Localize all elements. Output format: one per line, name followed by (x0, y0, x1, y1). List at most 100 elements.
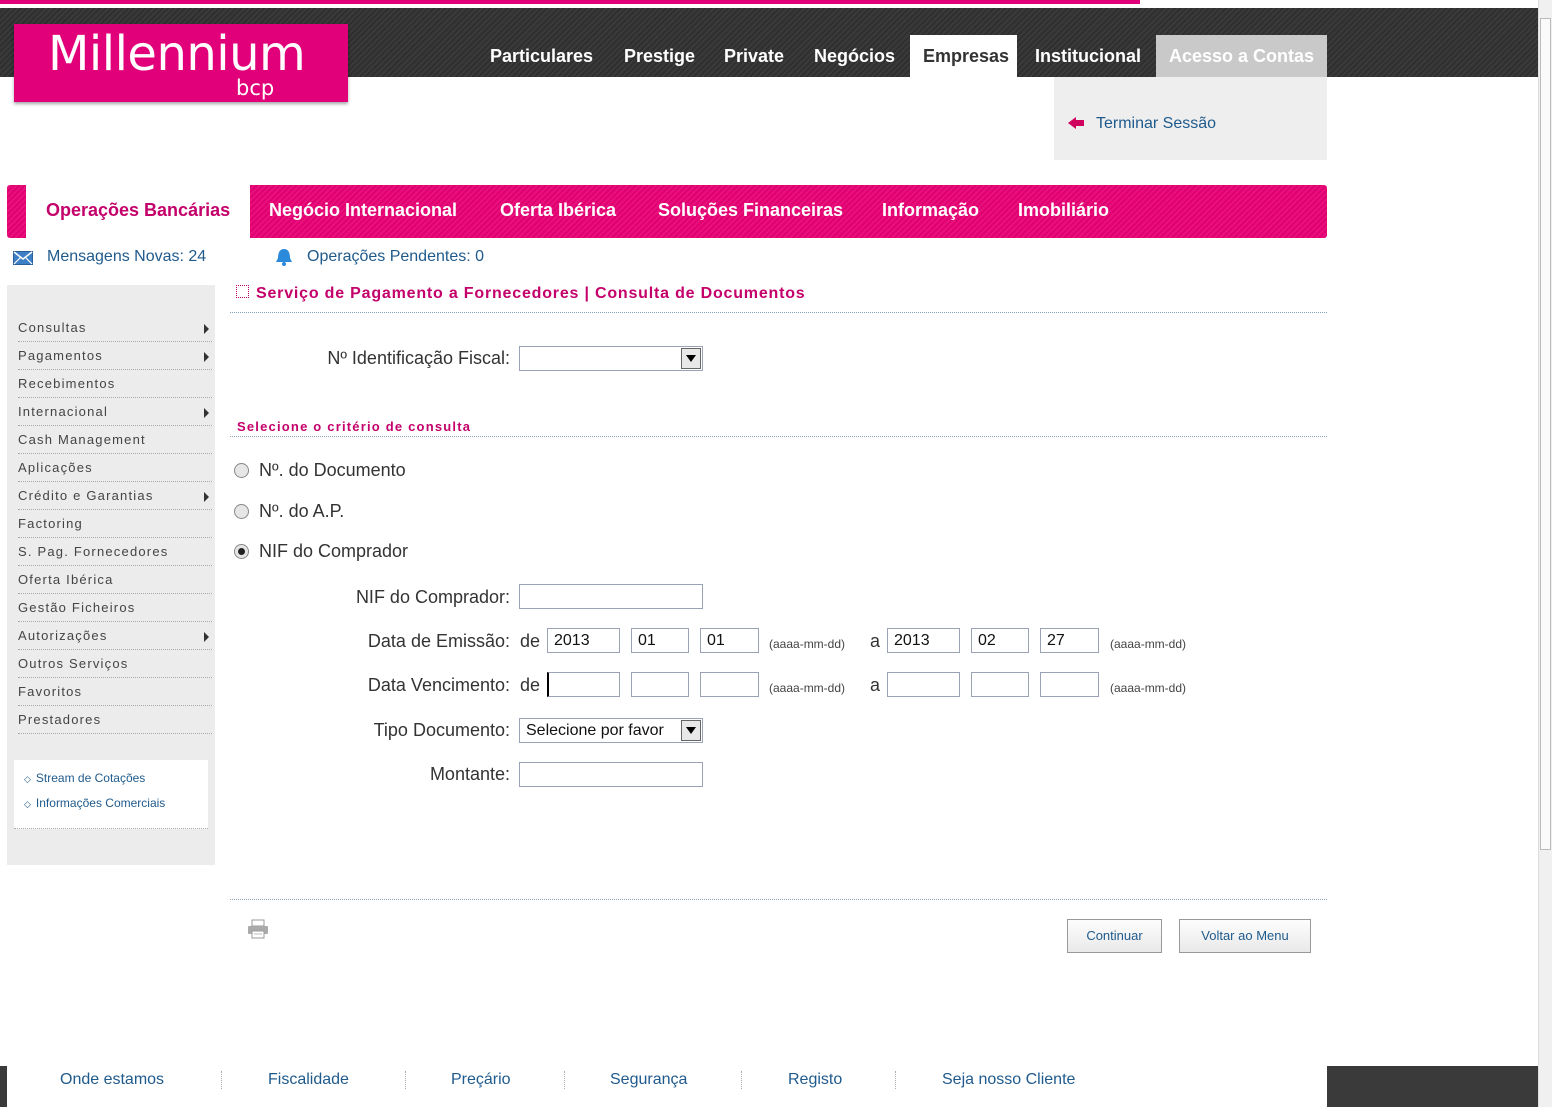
sidebar-item-label: S. Pag. Fornecedores (18, 544, 169, 559)
main-nav-informacao[interactable]: Informação (882, 200, 979, 221)
sidebar-item-outros-servicos[interactable]: Outros Serviços (18, 650, 212, 678)
footer-link-fiscalidade[interactable]: Fiscalidade (268, 1071, 349, 1089)
footer-link-onde-estamos[interactable]: Onde estamos (60, 1071, 164, 1089)
footer-separator (895, 1071, 896, 1089)
sidebar-item-label: Crédito e Garantias (18, 488, 154, 503)
page-title: Serviço de Pagamento a Fornecedores | Co… (236, 285, 806, 303)
radio-numero-ap[interactable] (234, 504, 249, 519)
continue-button[interactable]: Continuar (1067, 919, 1162, 953)
emission-from-month-input[interactable] (631, 628, 689, 653)
main-nav-operacoes-bancarias[interactable]: Operações Bancárias (26, 180, 250, 238)
footer-link-registo[interactable]: Registo (788, 1071, 842, 1089)
nif-select[interactable] (519, 346, 703, 371)
due-to-word: a (870, 675, 881, 695)
doctype-select[interactable]: Selecione por favor (519, 718, 703, 743)
chevron-right-icon (204, 632, 209, 642)
due-to-year-input[interactable] (887, 672, 960, 697)
page-title-text: Serviço de Pagamento a Fornecedores | Co… (256, 285, 806, 302)
footer-link-seguranca[interactable]: Segurança (610, 1071, 687, 1089)
radio-numero-documento[interactable] (234, 463, 249, 478)
emission-to-year-input[interactable] (887, 628, 960, 653)
date-format-hint: (aaaa-mm-dd) (769, 637, 846, 651)
sidebar-item-gestao-ficheiros[interactable]: Gestão Ficheiros (18, 594, 212, 622)
radio-numero-documento-label[interactable]: Nº. do Documento (259, 460, 406, 481)
emission-from-year-input[interactable] (547, 628, 620, 653)
sidebar-item-aplicacoes[interactable]: Aplicações (18, 454, 212, 482)
sidebar-item-label: Outros Serviços (18, 656, 129, 671)
sidebar-item-credito-garantias[interactable]: Crédito e Garantias (18, 482, 212, 510)
date-format-hint: (aaaa-mm-dd) (1110, 637, 1187, 651)
sidebar-item-oferta-iberica[interactable]: Oferta Ibérica (18, 566, 212, 594)
footer-link-precario[interactable]: Preçário (451, 1071, 511, 1089)
radio-nif-comprador-label[interactable]: NIF do Comprador (259, 541, 408, 562)
pending-operations-link[interactable]: Operações Pendentes: 0 (307, 248, 484, 266)
envelope-icon (13, 251, 33, 265)
sidebar-item-consultas[interactable]: Consultas (18, 314, 212, 342)
scrollbar-thumb[interactable] (1540, 18, 1551, 850)
topnav-negocios[interactable]: Negócios (801, 35, 908, 77)
new-messages-link[interactable]: Mensagens Novas: 24 (47, 248, 206, 266)
topnav-prestige[interactable]: Prestige (611, 35, 708, 77)
back-to-menu-button[interactable]: Voltar ao Menu (1179, 919, 1311, 953)
due-from-year-input[interactable] (547, 672, 620, 697)
divider (230, 899, 1327, 900)
criteria-title: Selecione o critério de consulta (237, 419, 472, 434)
emission-from-day-input[interactable] (700, 628, 759, 653)
arrow-left-icon (1068, 117, 1084, 129)
main-nav-oferta-iberica[interactable]: Oferta Ibérica (500, 200, 616, 221)
sidebar-item-cash-management[interactable]: Cash Management (18, 426, 212, 454)
sidebar-item-internacional[interactable]: Internacional (18, 398, 212, 426)
sidebar-item-autorizacoes[interactable]: Autorizações (18, 622, 212, 650)
amount-input[interactable] (519, 762, 703, 787)
sidebar-item-label: Consultas (18, 320, 87, 335)
radio-numero-ap-label[interactable]: Nº. do A.P. (259, 501, 344, 522)
buyer-nif-input[interactable] (519, 584, 703, 609)
topnav-empresas[interactable]: Empresas (910, 35, 1017, 77)
sidebar-item-pagamentos[interactable]: Pagamentos (18, 342, 212, 370)
footer-link-seja-nosso-cliente[interactable]: Seja nosso Cliente (942, 1071, 1075, 1089)
main-nav-negocio-internacional[interactable]: Negócio Internacional (269, 200, 457, 221)
sidebar-item-label: Prestadores (18, 712, 102, 727)
due-from-month-input[interactable] (631, 672, 689, 697)
nif-label: Nº Identificação Fiscal: (327, 348, 510, 368)
due-to-month-input[interactable] (971, 672, 1029, 697)
emission-to-month-input[interactable] (971, 628, 1029, 653)
topnav-private[interactable]: Private (711, 35, 797, 77)
chevron-right-icon (204, 352, 209, 362)
brand-logo[interactable]: Millennium bcp (14, 24, 348, 102)
print-icon[interactable] (247, 919, 269, 939)
emission-to-day-input[interactable] (1040, 628, 1099, 653)
chevron-down-icon (681, 348, 701, 369)
stream-cotacoes-link[interactable]: Stream de Cotações (24, 771, 145, 785)
footer-separator (221, 1071, 222, 1089)
topnav-acesso-contas[interactable]: Acesso a Contas (1156, 35, 1327, 77)
sidebar-item-label: Favoritos (18, 684, 83, 699)
doctype-select-value: Selecione por favor (526, 722, 664, 739)
footer-separator (564, 1071, 565, 1089)
sidebar-item-prestadores[interactable]: Prestadores (18, 706, 212, 734)
sidebar-item-factoring[interactable]: Factoring (18, 510, 212, 538)
sidebar-item-recebimentos[interactable]: Recebimentos (18, 370, 212, 398)
informacoes-comerciais-link[interactable]: Informações Comerciais (24, 796, 165, 810)
sidebar-links-box: Stream de Cotações Informações Comerciai… (14, 760, 208, 829)
topnav-particulares[interactable]: Particulares (477, 35, 606, 77)
top-accent-strip (0, 0, 1140, 4)
emission-to-word: a (870, 631, 881, 651)
radio-nif-comprador[interactable] (234, 544, 249, 559)
due-date-label: Data Vencimento: (367, 675, 510, 695)
sidebar-item-s-pag-fornecedores[interactable]: S. Pag. Fornecedores (18, 538, 212, 566)
sidebar-item-label: Internacional (18, 404, 109, 419)
divider (230, 312, 1327, 313)
chevron-right-icon (204, 492, 209, 502)
due-from-day-input[interactable] (700, 672, 759, 697)
main-nav-solucoes-financeiras[interactable]: Soluções Financeiras (658, 200, 843, 221)
due-to-day-input[interactable] (1040, 672, 1099, 697)
chevron-right-icon (204, 408, 209, 418)
logout-link[interactable]: Terminar Sessão (1096, 115, 1216, 133)
main-nav-imobiliario[interactable]: Imobiliário (1018, 200, 1109, 221)
sidebar-item-label: Cash Management (18, 432, 146, 447)
sidebar-item-favoritos[interactable]: Favoritos (18, 678, 212, 706)
topnav-institucional[interactable]: Institucional (1022, 35, 1154, 77)
footer-separator (741, 1071, 742, 1089)
divider (230, 436, 1327, 437)
